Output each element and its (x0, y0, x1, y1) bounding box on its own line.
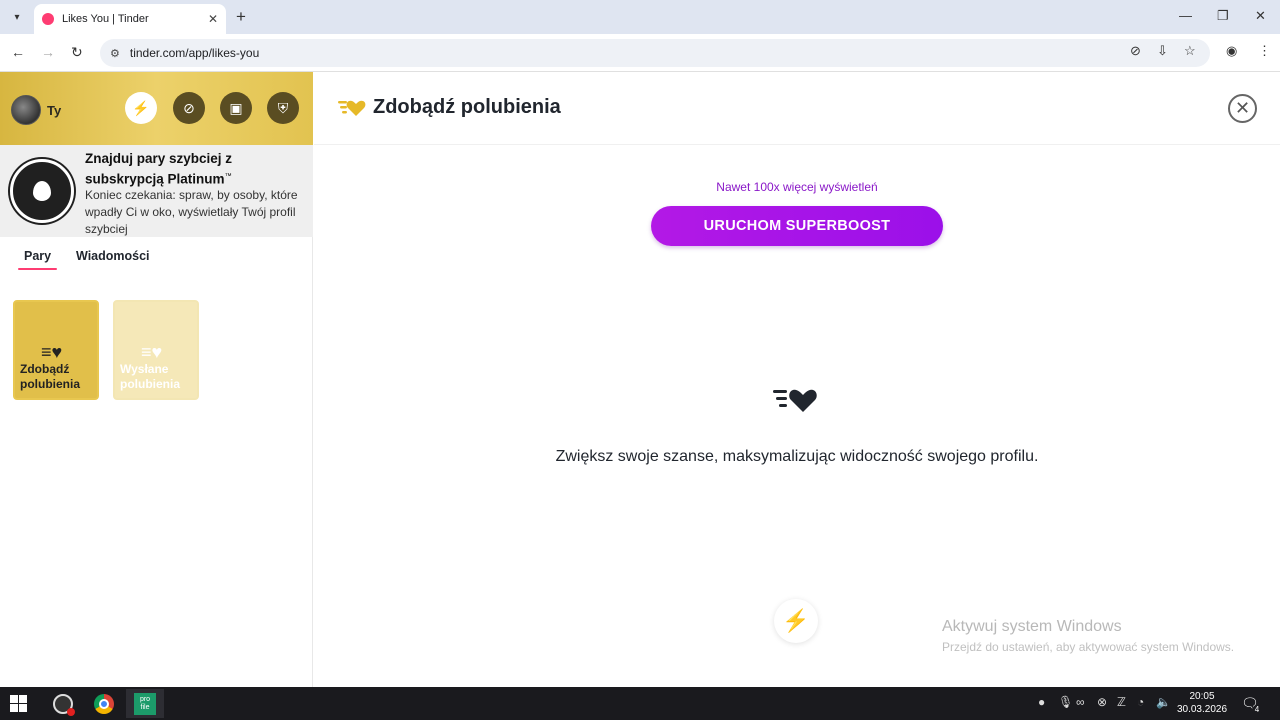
window-close-button[interactable]: ✕ (1255, 8, 1266, 24)
link-tray-icon[interactable]: ∞ (1076, 695, 1085, 709)
sidebar-tabs: Pary Wiadomości (0, 237, 313, 282)
bolt-icon[interactable]: ⚡ (774, 599, 818, 643)
windows-activation-watermark: Aktywuj system Windows Przejdź do ustawi… (942, 618, 1234, 654)
maximize-button[interactable]: ❐ (1217, 8, 1229, 24)
tracking-protection-icon[interactable]: ⊘ (1130, 43, 1141, 59)
activate-text: Przejdź do ustawień, aby aktywować syste… (942, 640, 1235, 654)
back-button[interactable]: ← (11, 44, 25, 60)
sidebar: Ty ⚡ ⊘ ▣ ⛨ Znajduj pary szybciej z subsk… (0, 72, 313, 687)
sent-likes-card[interactable]: ≡♥ Wysłane polubienia (113, 300, 199, 400)
wifi-tray-icon[interactable]: ◔ (1137, 695, 1144, 709)
description-text: Zwiększ swoje szanse, maksymalizując wid… (555, 448, 1039, 465)
card-label: Zdobądź polubienia (20, 362, 80, 391)
boost-bolt-icon[interactable]: ⚡ (125, 92, 157, 124)
reload-button[interactable]: ↻ (71, 44, 83, 61)
browser-tabbar: ▾ Likes You | Tinder ✕ + — ❐ ✕ (0, 0, 1280, 34)
tab-title: Likes You | Tinder (62, 13, 149, 25)
shield-icon[interactable]: ⛨ (267, 92, 299, 124)
sidebar-header: Ty ⚡ ⊘ ▣ ⛨ (0, 72, 313, 145)
chrome-app-icon[interactable] (85, 689, 123, 718)
address-url: tinder.com/app/likes-you (129, 46, 260, 60)
page-title: Zdobądź polubienia (373, 96, 561, 118)
ime-tray-icon[interactable]: ℤ (1117, 695, 1126, 709)
browser-toolbar: ← → ↻ ⚙ tinder.com/app/likes-you ⊘ ⇩ ☆ ◉… (0, 34, 1280, 72)
user-label[interactable]: Ty (47, 103, 61, 118)
tab-list-button[interactable]: ▾ (8, 8, 26, 26)
browser-tab-active[interactable]: Likes You | Tinder ✕ (34, 4, 226, 34)
heart-speed-icon: ≡♥ (141, 342, 163, 362)
tab-messages[interactable]: Wiadomości (76, 249, 150, 263)
promo-text: Koniec czekania: spraw, by osoby, które … (85, 188, 298, 236)
tinder-platinum-logo-icon (10, 159, 74, 223)
windows-start-icon[interactable] (10, 695, 27, 712)
activate-title: Aktywuj system Windows (942, 618, 1122, 635)
obs-app-icon[interactable] (44, 689, 82, 718)
notification-count-badge: 4 (1252, 705, 1262, 715)
windows-taskbar: pro file ● 🎙 ∞ ⊗ ℤ ◔ 🔈 20:05 30.03.2026 🗨… (0, 687, 1280, 720)
site-info-icon[interactable]: ⚙ (110, 47, 120, 60)
platinum-promo[interactable]: Znajduj pary szybciej z subskrypcją Plat… (0, 145, 313, 237)
main-panel: Zdobądź polubienia ✕ Nawet 100x więcej w… (314, 72, 1280, 687)
microphone-tray-icon[interactable]: 🎙 (1058, 695, 1073, 709)
tab-close-icon[interactable]: ✕ (208, 12, 218, 26)
volume-tray-icon[interactable]: 🔈 (1156, 695, 1171, 709)
briefcase-icon[interactable]: ▣ (220, 92, 252, 124)
bookmark-star-icon[interactable]: ☆ (1184, 43, 1196, 59)
clock-time: 20:05 (1189, 691, 1215, 702)
new-tab-button[interactable]: + (236, 7, 246, 27)
security-tray-icon[interactable]: ● (1038, 695, 1045, 709)
profile-app-icon[interactable]: pro file (126, 689, 164, 718)
address-bar[interactable]: ⚙ tinder.com/app/likes-you (100, 39, 1210, 67)
close-icon[interactable]: ✕ (1228, 94, 1257, 123)
forward-button[interactable]: → (41, 44, 55, 60)
gold-heart-speed-icon (338, 100, 366, 116)
tinder-favicon (42, 13, 54, 25)
minimize-button[interactable]: — (1179, 8, 1192, 23)
heart-speed-icon (773, 389, 817, 412)
card-label: Wysłane polubienia (120, 362, 180, 391)
install-app-icon[interactable]: ⇩ (1157, 43, 1168, 59)
system-clock[interactable]: 20:05 30.03.2026 (1172, 690, 1232, 716)
main-header: Zdobądź polubienia ✕ (314, 72, 1280, 145)
tab-matches[interactable]: Pary (17, 249, 58, 270)
promo-title: Znajduj pary szybciej z subskrypcją Plat… (85, 151, 233, 187)
explore-compass-icon[interactable]: ⊘ (173, 92, 205, 124)
heart-speed-icon: ≡♥ (41, 342, 63, 362)
avatar[interactable] (11, 95, 41, 125)
get-likes-card[interactable]: ≡♥ Zdobądź polubienia (13, 300, 99, 400)
network-tray-icon[interactable]: ⊗ (1097, 695, 1107, 709)
superboost-button[interactable]: URUCHOM SUPERBOOST (651, 206, 943, 246)
browser-menu-icon[interactable]: ⋮ (1258, 43, 1271, 59)
clock-date: 30.03.2026 (1176, 704, 1228, 715)
profile-icon[interactable]: ◉ (1226, 43, 1237, 59)
boost-hint: Nawet 100x więcej wyświetleń (716, 180, 878, 194)
